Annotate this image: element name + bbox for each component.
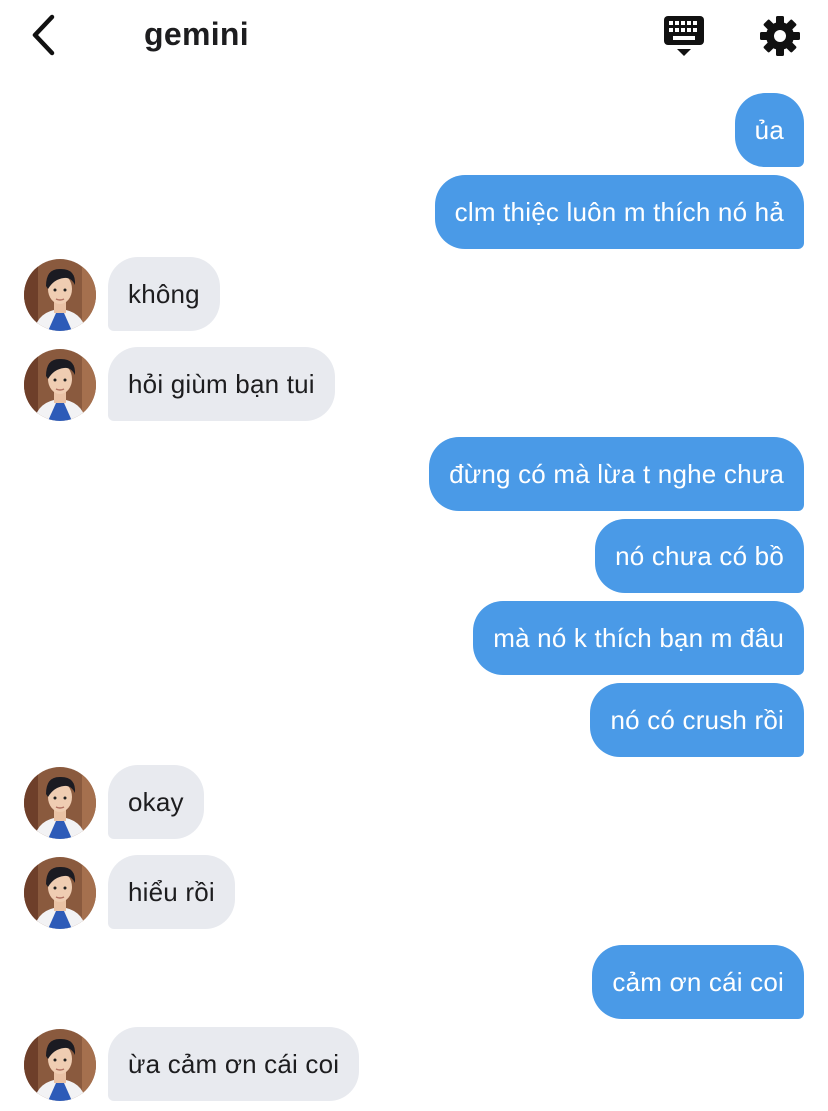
incoming-message: ừa cảm ơn cái coi (0, 1027, 828, 1101)
outgoing-message: clm thiệc luôn m thích nó hả (0, 175, 828, 249)
avatar[interactable] (24, 1029, 96, 1101)
outgoing-message: cảm ơn cái coi (0, 945, 828, 1019)
message-bubble[interactable]: okay (108, 765, 204, 839)
message-list: ủa clm thiệc luôn m thích nó hả không hỏi g… (0, 0, 828, 1111)
outgoing-message: mà nó k thích bạn m đâu (0, 601, 828, 675)
message-bubble[interactable]: không (108, 257, 220, 331)
message-bubble[interactable]: mà nó k thích bạn m đâu (473, 601, 804, 675)
message-bubble[interactable]: ừa cảm ơn cái coi (108, 1027, 360, 1101)
message-bubble[interactable]: ủa (734, 93, 804, 167)
outgoing-message: nó có crush rồi (0, 683, 828, 757)
message-bubble[interactable]: hỏi giùm bạn tui (108, 347, 335, 421)
outgoing-message: đừng có mà lừa t nghe chưa (0, 437, 828, 511)
avatar[interactable] (24, 259, 96, 331)
message-bubble[interactable]: nó có crush rồi (590, 683, 804, 757)
avatar[interactable] (24, 767, 96, 839)
outgoing-message: ủa (0, 93, 828, 167)
avatar[interactable] (24, 857, 96, 929)
message-bubble[interactable]: nó chưa có bồ (595, 519, 804, 593)
outgoing-message: nó chưa có bồ (0, 519, 828, 593)
incoming-message: okay (0, 765, 828, 839)
message-bubble[interactable]: đừng có mà lừa t nghe chưa (429, 437, 804, 511)
message-bubble[interactable]: clm thiệc luôn m thích nó hả (434, 175, 804, 249)
incoming-message: hiểu rồi (0, 855, 828, 929)
message-bubble[interactable]: cảm ơn cái coi (592, 945, 804, 1019)
message-bubble[interactable]: hiểu rồi (108, 855, 235, 929)
avatar[interactable] (24, 349, 96, 421)
incoming-message: hỏi giùm bạn tui (0, 347, 828, 421)
incoming-message: không (0, 257, 828, 331)
